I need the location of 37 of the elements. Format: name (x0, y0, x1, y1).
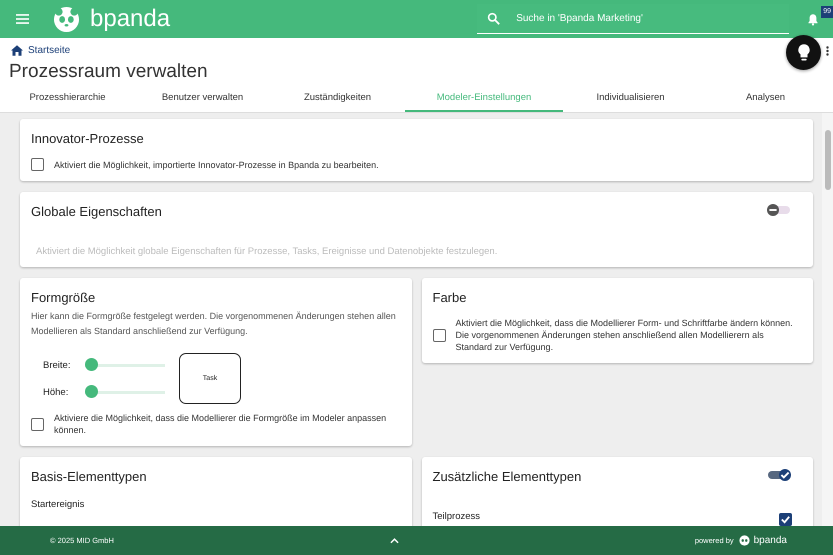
slider-label: Breite: (43, 360, 72, 370)
checkbox[interactable] (31, 158, 44, 171)
footer-logo: bpanda (754, 535, 787, 546)
search-icon (487, 12, 500, 25)
card-description: Hier kann die Formgröße festgelegt werden. Die vorgenommenen Änderungen stehen allen Modellieren als Standard anschließend zur Verfügung. (31, 310, 397, 338)
card-title: Formgröße (31, 290, 96, 305)
scrollbar[interactable] (822, 113, 833, 526)
page-title: Prozessraum verwalten (9, 61, 209, 83)
card-title: Globale Eigenschaften (31, 204, 162, 219)
slider-thumb[interactable] (85, 384, 98, 398)
card-description: Aktiviert die Möglichkeit globale Eigenschaften für Prozesse, Tasks, Ereignisse und Datenobjekte festzulegen. (36, 246, 498, 257)
apps-grid-icon[interactable] (826, 46, 831, 56)
option-label: Aktiviert die Möglichkeit, importierte Innovator-Prozesse in Bpanda zu bearbeiten. (54, 158, 379, 170)
breadcrumb-link[interactable]: Startseite (28, 45, 70, 56)
panda-logo-icon (738, 535, 750, 546)
checkbox[interactable] (31, 418, 44, 430)
card-title: Zusätzliche Elementtypen (432, 469, 582, 484)
card-title: Basis-Elementtypen (31, 469, 148, 484)
slider-thumb[interactable] (85, 358, 98, 370)
checkbox[interactable] (779, 513, 792, 526)
panda-logo-icon (53, 6, 80, 32)
option-label: Aktiviere die Möglichkeit, dass die Modellierer die Formgröße im Modeler anpassen können. (54, 412, 388, 436)
element-type-label: Teilprozess (432, 510, 480, 523)
lightbulb-icon (796, 44, 810, 62)
toggle-knob-icon (779, 469, 791, 481)
chevron-up-icon[interactable] (390, 538, 399, 544)
option-label: Aktiviert die Möglichkeit, dass die Modellierer Form- und Schriftfarbe ändern können. Die vorgenommenen Änderungen stehen anschließend allen Modellierern als Standard zur Verfügung. (456, 317, 794, 353)
toggle-switch[interactable] (768, 206, 790, 214)
home-icon[interactable] (11, 45, 23, 56)
card-title: Farbe (432, 290, 468, 305)
toggle-switch[interactable] (768, 471, 790, 479)
app-logo: bpanda (90, 5, 170, 33)
slider-label: Höhe: (43, 386, 70, 398)
element-type-label: Startereignis (31, 498, 86, 511)
card-title: Innovator-Prozesse (31, 131, 145, 146)
checkbox[interactable] (432, 328, 446, 342)
idea-button[interactable] (786, 35, 821, 70)
